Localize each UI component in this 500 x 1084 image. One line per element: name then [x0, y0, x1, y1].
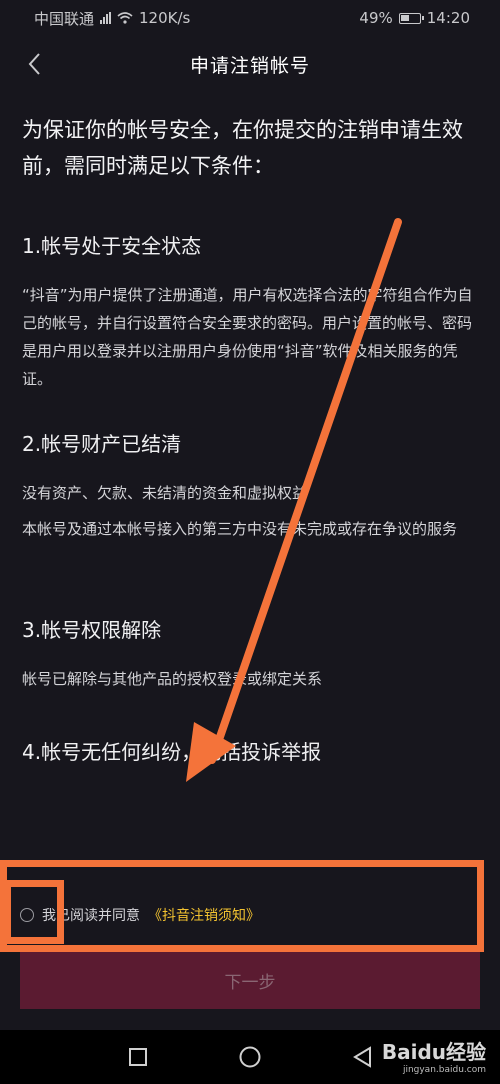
agreement-row: 我已阅读并同意 《抖音注销须知》	[20, 900, 260, 930]
status-bar: 中国联通 120K/s 49% 14:20	[0, 0, 500, 36]
condition-section-2: 2.帐号财产已结清 没有资产、欠款、未结清的资金和虚拟权益 本帐号及通过本帐号接…	[22, 428, 482, 551]
recent-apps-button[interactable]	[127, 1046, 149, 1068]
network-speed: 120K/s	[139, 9, 191, 27]
system-back-button[interactable]	[351, 1046, 373, 1068]
condition-text: 本帐号及通过本帐号接入的第三方中没有未完成或存在争议的服务	[22, 520, 458, 538]
condition-section-3: 3.帐号权限解除 帐号已解除与其他产品的授权登录或绑定关系	[22, 614, 482, 701]
next-step-button[interactable]: 下一步	[20, 951, 480, 1009]
condition-title: 1.帐号处于安全状态	[22, 234, 202, 258]
agreement-prefix: 我已阅读并同意	[42, 908, 140, 924]
wifi-icon	[117, 12, 133, 24]
watermark-url: jingyan.baidu.com	[402, 1065, 486, 1075]
status-left: 中国联通 120K/s	[34, 8, 190, 29]
condition-section-4: 4.帐号无任何纠纷，包括投诉举报	[22, 736, 482, 787]
back-button[interactable]	[18, 48, 50, 80]
battery-icon	[398, 12, 424, 24]
condition-title: 3.帐号权限解除	[22, 618, 162, 642]
chevron-left-icon	[28, 53, 40, 75]
baidu-watermark: Baidu经验 jingyan.baidu.com	[382, 1036, 486, 1075]
triangle-back-icon	[353, 1046, 371, 1068]
intro-text: 为保证你的帐号安全，在你提交的注销申请生效前，需同时满足以下条件：	[22, 118, 463, 178]
nav-bar: 申请注销帐号	[0, 36, 500, 92]
battery-fill	[400, 14, 409, 21]
battery-percent: 49%	[359, 9, 393, 27]
condition-title: 2.帐号财产已结清	[22, 432, 182, 456]
page-title: 申请注销帐号	[189, 54, 310, 77]
carrier-label: 中国联通	[34, 9, 95, 28]
watermark-brand: Baidu经验	[381, 1040, 486, 1064]
terms-link[interactable]: 《抖音注销须知》	[148, 905, 260, 925]
condition-text: “抖音”为用户提供了注册通道，用户有权选择合法的字符组合作为自己的帐号，并自行设…	[22, 286, 473, 388]
condition-text: 帐号已解除与其他产品的授权登录或绑定关系	[22, 670, 323, 688]
intro-block: 为保证你的帐号安全，在你提交的注销申请生效前，需同时满足以下条件：	[22, 112, 482, 184]
condition-title: 4.帐号无任何纠纷，包括投诉举报	[22, 740, 322, 764]
home-button[interactable]	[239, 1046, 261, 1068]
circle-icon	[239, 1046, 261, 1068]
condition-text: 没有资产、欠款、未结清的资金和虚拟权益	[22, 484, 308, 502]
square-icon	[129, 1048, 147, 1066]
status-right: 49% 14:20	[359, 9, 470, 27]
signal-icon	[100, 12, 112, 24]
clock: 14:20	[426, 9, 470, 27]
agree-radio[interactable]	[20, 908, 34, 922]
condition-section-1: 1.帐号处于安全状态 “抖音”为用户提供了注册通道，用户有权选择合法的字符组合作…	[22, 230, 482, 401]
